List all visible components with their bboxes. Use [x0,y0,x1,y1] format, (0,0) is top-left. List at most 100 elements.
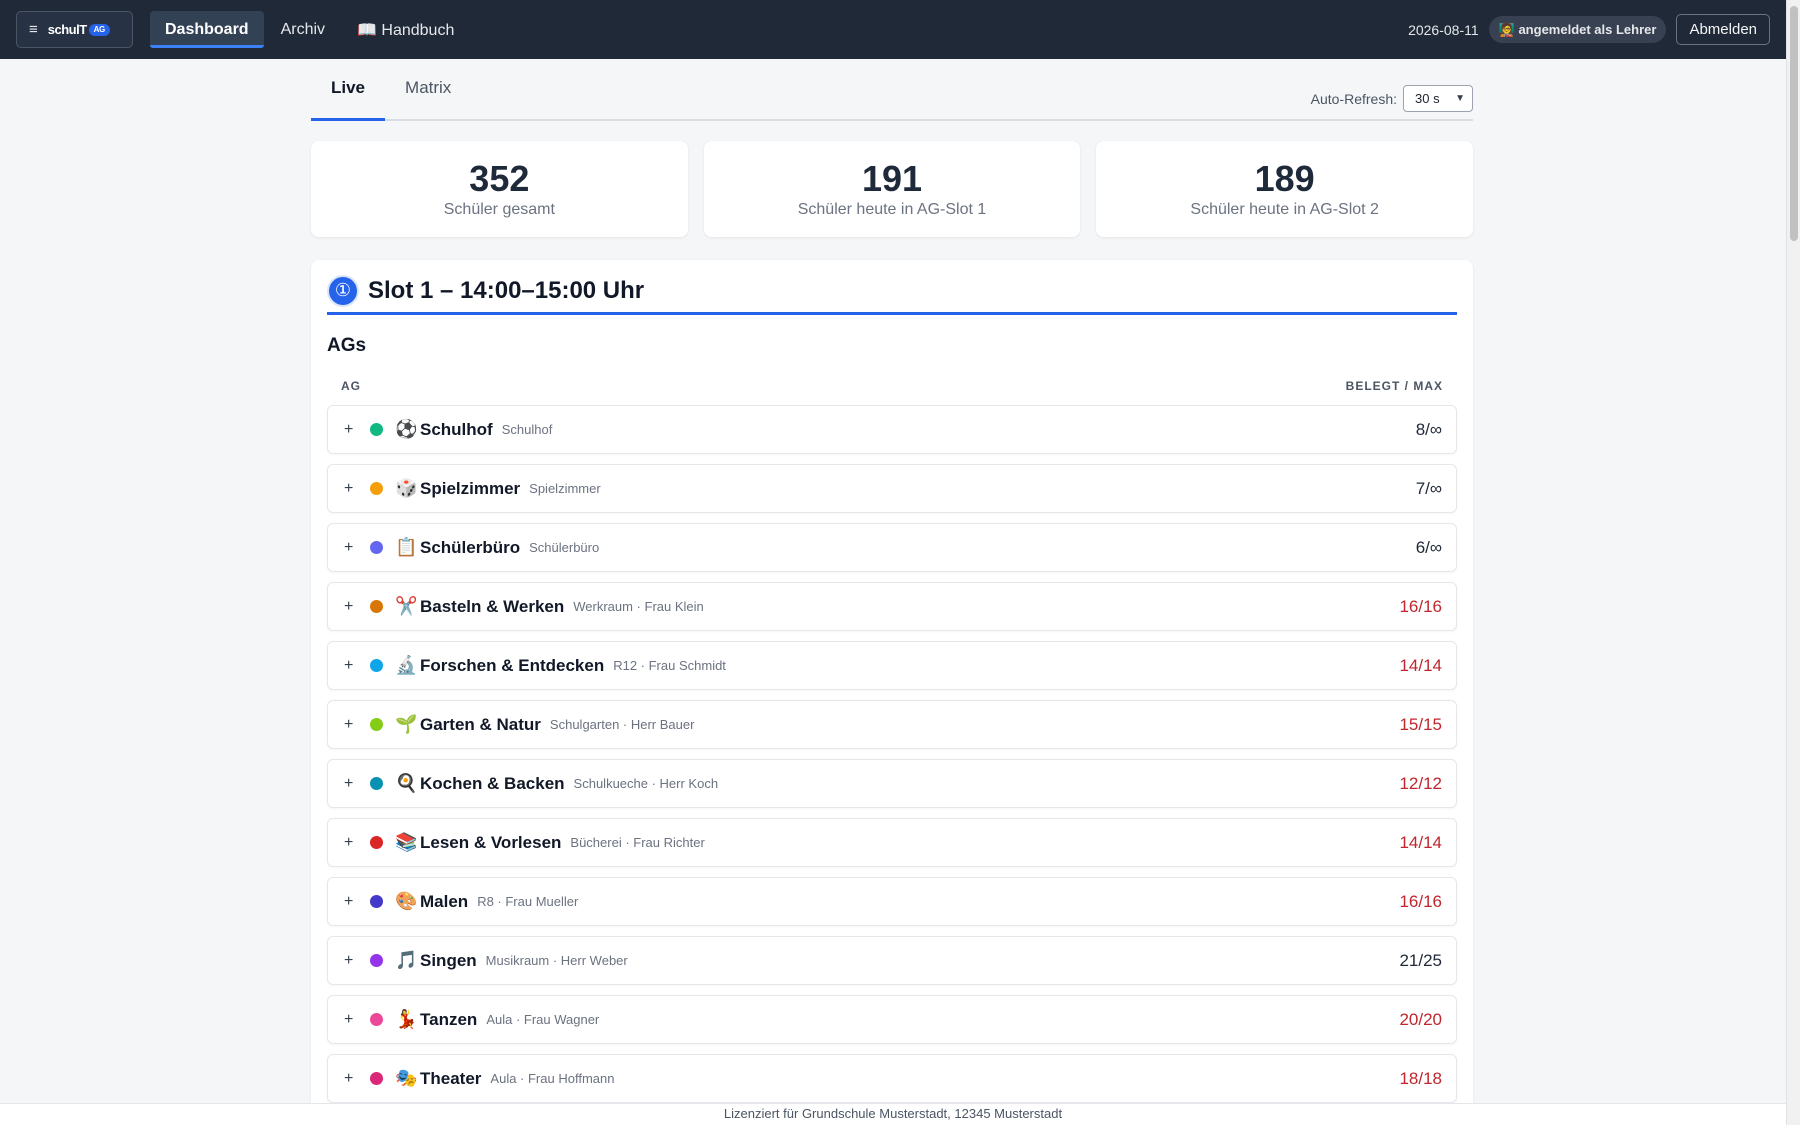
expand-icon[interactable]: + [344,1011,362,1029]
expand-icon[interactable]: + [344,1070,362,1088]
ag-location: Bücherei · Frau Richter [570,835,705,850]
ag-name: Garten & Natur [420,714,541,734]
expand-icon[interactable]: + [344,952,362,970]
ag-name: Malen [420,891,469,911]
brand-badge: AG [88,23,110,36]
stat-value: 189 [1254,158,1315,200]
expand-icon[interactable]: + [344,657,362,675]
stat-card-slot1: 191 Schüler heute in AG-Slot 1 [703,141,1081,237]
ag-name: Kochen & Backen [420,773,565,793]
auto-refresh-value: 30 s [1415,91,1440,106]
expand-icon[interactable]: + [344,775,362,793]
ag-row[interactable]: + 🎵 Singen Musikraum · Herr Weber 21/25 [327,936,1457,985]
nav-archiv[interactable]: Archiv [266,11,340,48]
tab-matrix[interactable]: Matrix [385,57,471,119]
ag-icon: 🎨 [395,891,418,911]
status-dot [370,895,383,908]
expand-icon[interactable]: + [344,539,362,557]
ag-name: Theater [420,1068,482,1088]
stat-card-slot2: 189 Schüler heute in AG-Slot 2 [1096,141,1474,237]
ag-count: 6/∞ [1415,537,1442,557]
ag-count: 8/∞ [1415,419,1442,439]
ag-row[interactable]: + 💃 Tanzen Aula · Frau Wagner 20/20 [327,995,1457,1044]
stats-row: 352 Schüler gesamt 191 Schüler heute in … [311,141,1474,237]
auto-refresh-label: Auto-Refresh: [1310,90,1397,107]
expand-icon[interactable]: + [344,480,362,498]
current-date: 2026-08-11 [1408,21,1479,38]
scrollbar-thumb[interactable] [1790,6,1798,241]
ag-count: 16/16 [1399,596,1442,616]
nav-handbuch[interactable]: 📖 Handbuch [342,11,469,48]
ag-count: 18/18 [1399,1068,1442,1088]
ag-count: 21/25 [1399,950,1442,970]
slot-card: ① Slot 1 – 14:00–15:00 Uhr AGs AG BELEGT… [311,260,1473,1125]
menu-button[interactable]: ≡ schulT AG [16,11,133,48]
stat-label: Schüler gesamt [443,200,555,218]
page-scrollbar[interactable] [1786,0,1800,1125]
stat-card-total: 352 Schüler gesamt [311,141,688,237]
main-content: Live Matrix Auto-Refresh: 30 s ▼ 352 Sch… [311,57,1474,1125]
auto-refresh-select[interactable]: 30 s ▼ [1403,85,1473,112]
main-nav: Dashboard Archiv 📖 Handbuch [150,0,469,59]
status-dot [370,423,383,436]
ag-name: Lesen & Vorlesen [420,832,562,852]
expand-icon[interactable]: + [344,716,362,734]
ag-icon: 💃 [395,1009,418,1029]
stat-label: Schüler heute in AG-Slot 2 [1190,200,1379,218]
ag-location: Musikraum · Herr Weber [485,953,628,968]
brand-text: schulT [47,22,87,37]
column-header-ag: AG [341,379,361,393]
ag-count: 12/12 [1399,773,1442,793]
nav-dashboard[interactable]: Dashboard [150,11,264,48]
table-header: AG BELEGT / MAX [327,379,1457,393]
ag-row[interactable]: + 🍳 Kochen & Backen Schulkueche · Herr K… [327,759,1457,808]
ag-name: Singen [420,950,477,970]
ag-count: 14/14 [1399,832,1442,852]
ag-icon: 🎵 [395,950,418,970]
expand-icon[interactable]: + [344,893,362,911]
ag-location: Spielzimmer [529,481,601,496]
tab-live[interactable]: Live [311,57,386,121]
ag-row[interactable]: + ✂️ Basteln & Werken Werkraum · Frau Kl… [327,582,1457,631]
status-dot [370,482,383,495]
ag-row[interactable]: + 🎲 Spielzimmer Spielzimmer 7/∞ [327,464,1457,513]
ag-row[interactable]: + 🌱 Garten & Natur Schulgarten · Herr Ba… [327,700,1457,749]
expand-icon[interactable]: + [344,834,362,852]
stat-value: 352 [469,158,530,200]
ag-icon: ⚽ [395,419,418,439]
ag-row[interactable]: + 🎨 Malen R8 · Frau Mueller 16/16 [327,877,1457,926]
hamburger-icon: ≡ [29,21,38,38]
expand-icon[interactable]: + [344,598,362,616]
stat-value: 191 [861,158,923,200]
ag-icon: ✂️ [395,596,418,616]
ag-location: Schülerbüro [529,540,600,555]
ag-location: Schulkueche · Herr Koch [573,776,719,791]
slot-header: ① Slot 1 – 14:00–15:00 Uhr [327,274,1457,315]
logout-button[interactable]: Abmelden [1676,14,1770,45]
ag-row[interactable]: + 📚 Lesen & Vorlesen Bücherei · Frau Ric… [327,818,1457,867]
topbar-right: 2026-08-11 🧑‍🏫 angemeldet als Lehrer Abm… [1408,14,1770,45]
ag-location: R12 · Frau Schmidt [613,658,726,673]
ag-name: Tanzen [420,1009,478,1029]
expand-icon[interactable]: + [344,421,362,439]
ag-name: Spielzimmer [420,478,521,498]
status-dot [370,777,383,790]
ag-icon: 🔬 [395,655,418,675]
ag-row[interactable]: + 🔬 Forschen & Entdecken R12 · Frau Schm… [327,641,1457,690]
ag-icon: 🌱 [395,714,418,734]
status-dot [370,541,383,554]
ag-location: Aula · Frau Wagner [486,1012,600,1027]
license-footer: Lizenziert für Grundschule Musterstadt, … [0,1103,1786,1125]
ag-row[interactable]: + 📋 Schülerbüro Schülerbüro 6/∞ [327,523,1457,572]
ag-count: 16/16 [1399,891,1442,911]
ag-row[interactable]: + ⚽ Schulhof Schulhof 8/∞ [327,405,1457,454]
user-status-badge: 🧑‍🏫 angemeldet als Lehrer [1488,16,1667,43]
ag-row[interactable]: + 🎭 Theater Aula · Frau Hoffmann 18/18 [327,1054,1457,1103]
ag-count: 20/20 [1399,1009,1442,1029]
ag-location: Schulgarten · Herr Bauer [549,717,695,732]
slot-number-badge: ① [327,274,359,307]
ag-location: Werkraum · Frau Klein [573,599,704,614]
ag-name: Schulhof [420,419,493,439]
ag-location: Schulhof [501,422,553,437]
ag-location: R8 · Frau Mueller [477,894,579,909]
